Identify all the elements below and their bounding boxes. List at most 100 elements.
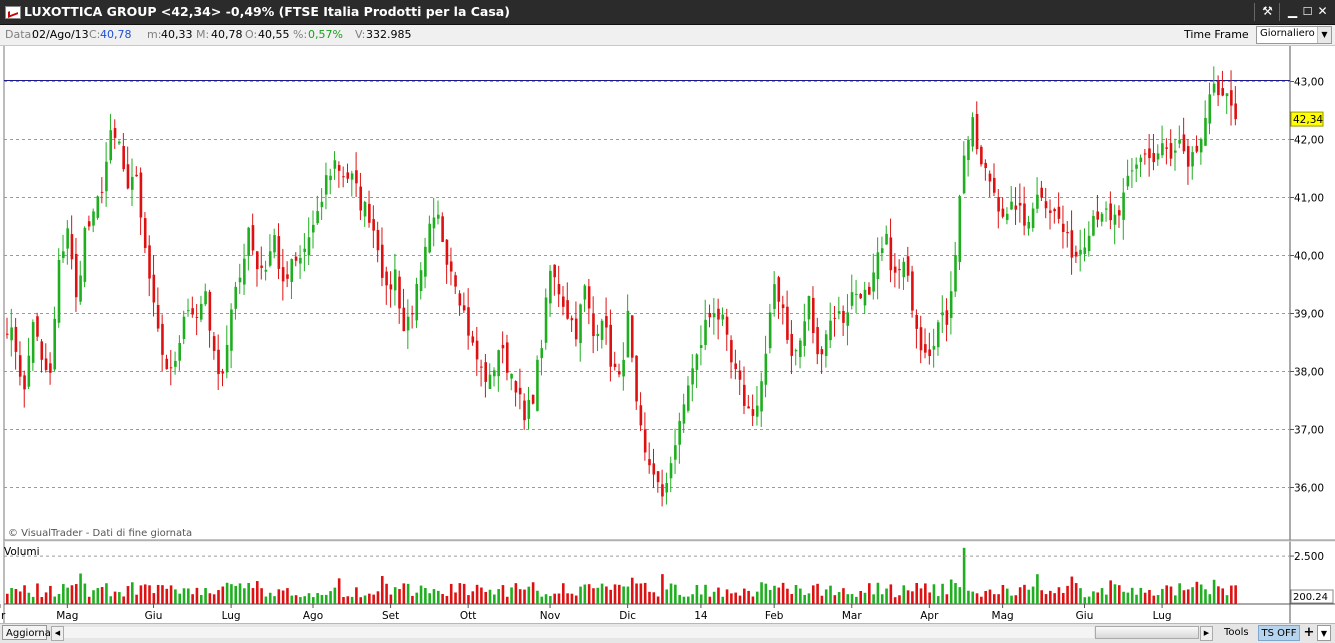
volume-bar bbox=[704, 584, 707, 604]
candle-body bbox=[824, 334, 828, 356]
candle-body bbox=[1057, 206, 1061, 219]
candle-body bbox=[312, 224, 315, 233]
volume-bar bbox=[1031, 586, 1035, 604]
candle-body bbox=[454, 275, 457, 287]
ts-off-button[interactable]: TS OFF bbox=[1258, 625, 1300, 641]
volume-bar bbox=[23, 585, 26, 604]
candle-body bbox=[1182, 134, 1186, 152]
maximize-icon[interactable]: ☐ bbox=[1300, 4, 1315, 19]
candle-body bbox=[1186, 146, 1190, 167]
volume-bar bbox=[837, 592, 841, 604]
volume-bar bbox=[57, 593, 61, 604]
plus-button[interactable]: + bbox=[1302, 625, 1316, 641]
candle-body bbox=[863, 289, 867, 306]
tools-icon[interactable]: ⚒ bbox=[1260, 4, 1275, 19]
candle-body bbox=[342, 176, 345, 178]
volume-bar bbox=[622, 586, 625, 604]
volume-bar bbox=[79, 573, 82, 604]
max-value: 40,78 bbox=[211, 28, 243, 41]
minimize-icon[interactable]: ▁ bbox=[1285, 4, 1300, 19]
candle-body bbox=[398, 276, 401, 309]
candle-body bbox=[1122, 192, 1125, 220]
volume-bar bbox=[217, 590, 220, 604]
volume-bar bbox=[260, 588, 263, 604]
candle-body bbox=[570, 318, 574, 321]
candle-body bbox=[566, 300, 569, 319]
candle-body bbox=[967, 139, 970, 160]
volume-bar bbox=[505, 596, 509, 604]
chevron-down-icon[interactable]: ▼ bbox=[1317, 625, 1331, 641]
volume-bar bbox=[40, 596, 44, 604]
candle-body bbox=[652, 463, 656, 475]
volume-bar bbox=[799, 588, 802, 604]
volume-bar bbox=[988, 589, 992, 604]
volume-bar bbox=[62, 584, 65, 604]
volume-bar bbox=[523, 589, 526, 604]
candle-body bbox=[1165, 147, 1168, 149]
candle-body bbox=[1117, 210, 1121, 216]
candle-body bbox=[678, 420, 681, 445]
volume-bar bbox=[829, 585, 832, 604]
candle-body bbox=[1018, 202, 1022, 206]
volume-bar bbox=[264, 596, 268, 604]
candle-body bbox=[674, 445, 677, 460]
time-frame-value: Giornaliero bbox=[1260, 28, 1315, 39]
volume-bar bbox=[419, 585, 423, 604]
volume-bar bbox=[1040, 590, 1043, 604]
volume-bar bbox=[126, 586, 130, 604]
volume-bar bbox=[1053, 593, 1056, 604]
chevron-down-icon[interactable]: ▼ bbox=[1317, 27, 1331, 43]
price-tick-label: 37,00 bbox=[1294, 425, 1324, 437]
candle-body bbox=[1079, 249, 1082, 255]
scroll-right-icon[interactable]: ▶ bbox=[1200, 626, 1213, 641]
candle-body bbox=[1070, 230, 1074, 258]
time-tick-label: Giu bbox=[1076, 610, 1094, 622]
volume-bar bbox=[406, 583, 410, 604]
volume-bar bbox=[152, 593, 156, 604]
scroll-left-icon[interactable]: ◀ bbox=[51, 626, 64, 641]
candle-body bbox=[152, 274, 156, 303]
candle-body bbox=[385, 271, 388, 286]
volume-bar bbox=[1027, 589, 1031, 604]
close-icon[interactable]: ✕ bbox=[1315, 4, 1330, 19]
volume-bar bbox=[1005, 588, 1009, 604]
volume-bar bbox=[174, 589, 177, 604]
volume-bar bbox=[1204, 589, 1207, 604]
volume-bar bbox=[755, 591, 759, 604]
candle-body bbox=[488, 374, 492, 389]
candle-body bbox=[661, 484, 664, 497]
candle-body bbox=[1053, 209, 1056, 212]
tools-button[interactable]: Tools bbox=[1224, 625, 1254, 640]
scroll-track[interactable] bbox=[64, 627, 1094, 638]
candle-body bbox=[204, 291, 207, 305]
volume-bar bbox=[630, 577, 634, 604]
candle-body bbox=[1148, 148, 1151, 159]
candle-body bbox=[945, 310, 949, 325]
candle-body bbox=[1199, 139, 1203, 153]
time-frame-select[interactable]: Giornaliero ▼ bbox=[1256, 26, 1332, 44]
candle-body bbox=[273, 235, 276, 253]
candle-body bbox=[837, 311, 841, 314]
volume-bar bbox=[997, 594, 1000, 604]
volume-bar bbox=[1191, 587, 1194, 604]
scroll-thumb[interactable] bbox=[1095, 626, 1199, 639]
volume-bar bbox=[471, 591, 475, 604]
volume-bar bbox=[880, 594, 884, 604]
candle-body bbox=[208, 291, 212, 331]
volume-bar bbox=[1212, 579, 1216, 604]
price-chart[interactable]: 43,00 42,00 41,00 40,00 39,00 38,00 37,00 36,00… bbox=[0, 46, 1335, 623]
candle-body bbox=[178, 342, 181, 361]
candle-body bbox=[885, 233, 888, 245]
volume-bar bbox=[96, 588, 100, 604]
volume-bar bbox=[648, 591, 651, 604]
candle-body bbox=[975, 113, 979, 150]
candle-body bbox=[708, 312, 712, 318]
candle-body bbox=[1023, 203, 1026, 226]
candle-body bbox=[557, 284, 561, 295]
candle-body bbox=[346, 172, 350, 179]
volume-bar bbox=[467, 595, 470, 604]
aggiorna-button[interactable]: Aggiorna bbox=[2, 625, 51, 640]
candle-body bbox=[217, 349, 220, 375]
volume-bar bbox=[708, 596, 712, 604]
candle-body bbox=[1156, 153, 1160, 160]
